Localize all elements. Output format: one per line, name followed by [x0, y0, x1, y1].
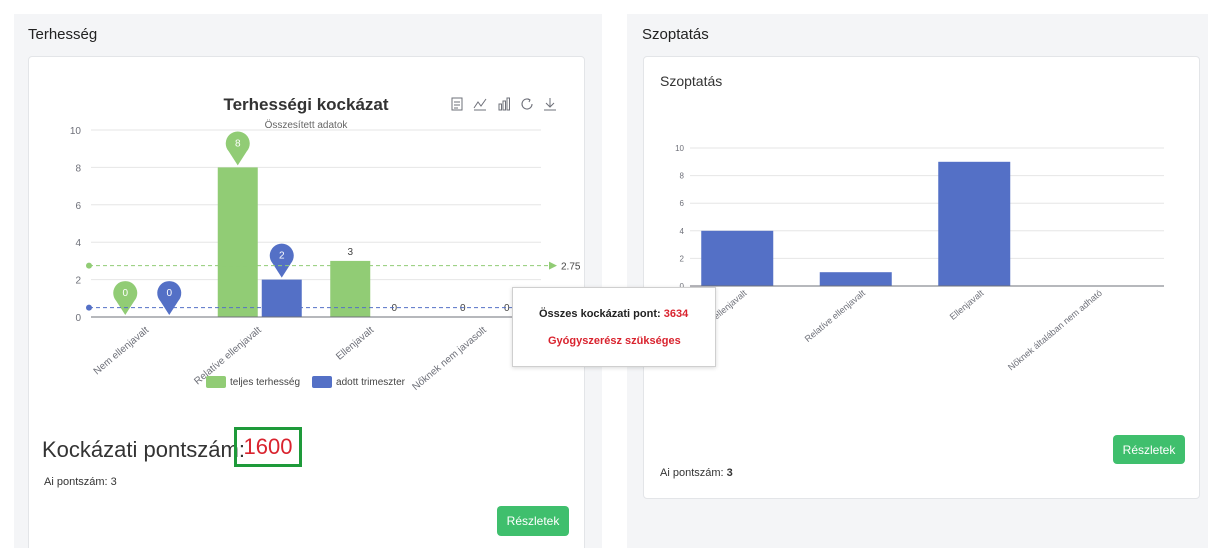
breastfeeding-ai-score-value: 3 [726, 467, 733, 479]
chart-title: Terhességi kockázat [223, 95, 388, 114]
bar-teljes [217, 167, 258, 317]
x-tick-label: Nőknek általában nem adható [1006, 288, 1104, 373]
data-label: 0 [504, 303, 510, 314]
data-label: 8 [235, 138, 241, 149]
markline-label: 2.75 [561, 262, 581, 273]
pregnancy-ai-score: Ai pontszám: 3 [44, 476, 117, 488]
y-tick-label: 10 [675, 144, 684, 153]
breastfeeding-ai-score-label: Ai pontszám: [660, 467, 724, 479]
y-tick-label: 0 [75, 313, 81, 324]
data-label: 3 [347, 247, 353, 258]
x-tick-label: Nem ellenjavalt [92, 325, 152, 378]
refresh-icon[interactable] [519, 96, 535, 112]
pregnancy-details-button[interactable]: Részletek [497, 506, 569, 536]
tooltip-total-value: 3634 [663, 308, 689, 320]
x-tick-label: Relatíve ellenjavalt [803, 288, 868, 345]
tooltip-warning: Gyógyszerész szükséges [548, 335, 681, 347]
chart-subtitle: Összesített adatok [265, 119, 349, 131]
y-tick-label: 6 [680, 199, 685, 208]
risk-score-value: 1600 [234, 427, 302, 467]
x-tick-label: Ellenjavalt [334, 325, 376, 363]
data-label: 0 [460, 303, 466, 314]
tooltip-total-label: Összes kockázati pont: [539, 308, 661, 320]
data-label: 0 [391, 303, 397, 314]
y-tick-label: 4 [680, 227, 685, 236]
line-chart-icon[interactable] [472, 96, 488, 112]
y-tick-label: 8 [680, 172, 685, 181]
legend-label-teljes: teljes terhesség [230, 376, 301, 388]
y-tick-label: 8 [75, 163, 81, 174]
legend-label-adott: adott trimeszter [336, 376, 405, 388]
bar [701, 230, 774, 286]
breastfeeding-chart: 0246810Nem ellenjavaltRelatíve ellenjava… [675, 144, 1164, 373]
risk-score-label: Kockázati pontszám: [42, 437, 245, 462]
bar-teljes [330, 260, 371, 317]
markline-blue-start [86, 304, 92, 311]
breastfeeding-panel-title: Szoptatás [642, 26, 709, 43]
data-label: 0 [166, 288, 172, 299]
legend-item-teljes[interactable]: teljes terhesség [206, 376, 300, 388]
breastfeeding-details-button[interactable]: Részletek [1113, 435, 1185, 464]
bar [819, 272, 892, 286]
legend-swatch-blue [312, 376, 333, 388]
y-tick-label: 2 [75, 276, 81, 287]
pregnancy-panel-title: Terhesség [28, 26, 98, 43]
download-icon[interactable] [542, 96, 558, 112]
bar-chart-icon[interactable] [496, 96, 512, 112]
data-view-icon[interactable] [449, 96, 465, 112]
y-tick-label: 4 [75, 238, 81, 249]
tooltip-total: Összes kockázati pont: 3634 [539, 308, 688, 320]
y-tick-label: 2 [680, 254, 685, 263]
data-label: 2 [279, 251, 285, 262]
bar-adott [261, 279, 302, 317]
y-tick-label: 10 [70, 126, 82, 137]
x-tick-label: Ellenjavalt [948, 288, 986, 322]
y-tick-label: 6 [75, 201, 81, 212]
legend-item-adott[interactable]: adott trimeszter [312, 376, 405, 388]
chart-legend: teljes terhesség adott trimeszter [206, 376, 405, 388]
risk-tooltip: Összes kockázati pont: 3634 Gyógyszerész… [512, 287, 716, 367]
markline-start [86, 262, 92, 269]
x-tick-label: Nőknek nem javasolt [410, 325, 488, 393]
markline-arrow [549, 261, 557, 270]
breastfeeding-ai-score: Ai pontszám: 3 [660, 467, 733, 479]
legend-swatch-green [206, 376, 226, 388]
data-label: 0 [122, 288, 128, 299]
bar [938, 161, 1011, 286]
